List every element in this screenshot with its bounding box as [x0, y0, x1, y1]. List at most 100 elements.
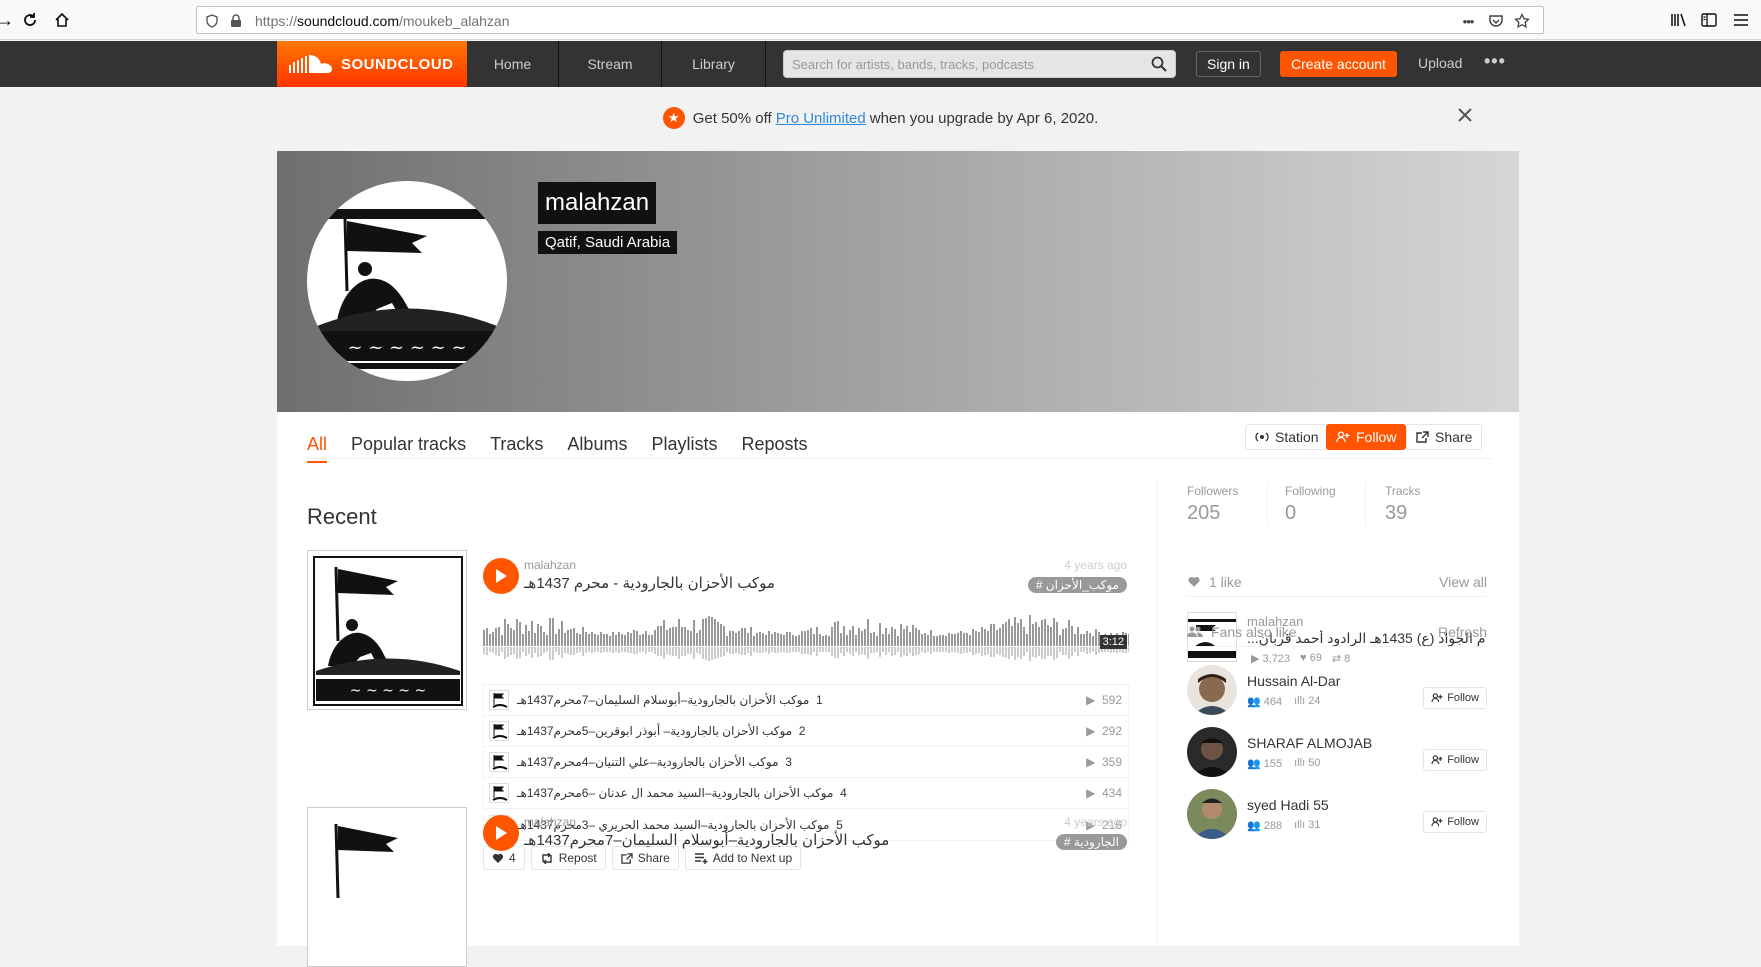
list-item-title: 4 موكب الأحزان بالجارودية–السيد محمد ال … [517, 786, 847, 800]
fan-stats: 👥 288 ıllı 31 [1247, 819, 1320, 832]
stat-tracks[interactable]: Tracks 39 [1385, 484, 1421, 525]
home-icon[interactable] [51, 9, 73, 31]
heart-icon [1187, 576, 1201, 588]
pocket-icon[interactable] [1487, 12, 1505, 30]
likes-count-label[interactable]: 1 like [1209, 574, 1242, 590]
track-user[interactable]: malahzan [524, 558, 576, 572]
stat-following[interactable]: Following 0 [1285, 484, 1336, 525]
url-bar[interactable]: https://soundcloud.com/moukeb_alahzan ••… [196, 6, 1544, 34]
track-duration: 3:12 [1099, 635, 1127, 649]
fan-follow-button[interactable]: Follow [1423, 811, 1487, 833]
list-item-artwork [489, 752, 509, 772]
stat-value: 205 [1187, 502, 1221, 524]
list-item[interactable]: 4 موكب الأحزان بالجارودية–السيد محمد ال … [484, 778, 1128, 809]
close-icon[interactable] [1457, 107, 1473, 123]
waveform[interactable] [483, 610, 1129, 664]
fan-item[interactable]: syed Hadi 55 👥 288 ıllı 31 Follow [1187, 789, 1487, 843]
list-item[interactable]: 2 موكب الأحزان بالجارودية– أبوذر ابوقرين… [484, 716, 1128, 747]
list-item[interactable]: 3 موكب الأحزان بالجارودية–علي التنيان–4م… [484, 747, 1128, 778]
track-title[interactable]: موكب الأحزان بالجارودية–أبوسلام السليمان… [524, 831, 889, 849]
followers-stat: 👥 288 [1247, 820, 1283, 832]
likes-stat: ♥ 69 [1300, 652, 1322, 664]
forward-icon[interactable]: → [0, 9, 16, 31]
stat-divider [1365, 482, 1366, 526]
track-date: 4 years ago [1064, 558, 1127, 572]
track-user[interactable]: malahzan [524, 815, 576, 829]
station-label: Station [1275, 429, 1319, 445]
play-button[interactable] [483, 558, 519, 594]
fan-item[interactable]: Hussain Al-Dar 👥 464 ıllı 24 Follow [1187, 665, 1487, 719]
page-actions-icon[interactable]: ••• [1459, 12, 1477, 30]
fan-follow-label: Follow [1447, 754, 1479, 766]
fan-name[interactable]: Hussain Al-Dar [1247, 673, 1340, 689]
track-title[interactable]: موكب الأحزان بالجارودية - محرم 1437هـ [524, 574, 775, 592]
avatar[interactable] [1187, 789, 1237, 839]
section-divider [1187, 596, 1487, 597]
nav-stream[interactable]: Stream [559, 41, 662, 87]
fan-name[interactable]: SHARAF ALMOJAB [1247, 735, 1372, 751]
sidebar-divider [1157, 480, 1158, 946]
search-input[interactable] [784, 51, 1134, 77]
tabs-divider [307, 458, 1491, 459]
browser-toolbar: → https://soundcloud.com/moukeb_alahzan … [0, 0, 1761, 40]
url-text[interactable]: https://soundcloud.com/moukeb_alahzan [255, 13, 510, 29]
promo-text-after: when you upgrade by Apr 6, 2020. [869, 109, 1099, 127]
library-icon[interactable] [1668, 9, 1690, 31]
soundcloud-logo[interactable]: SOUNDCLOUD [277, 41, 467, 87]
station-button[interactable]: Station [1245, 424, 1329, 450]
stat-label: Followers [1187, 484, 1239, 498]
track-item: malahzan موكب الأحزان بالجارودية–أبوسلام… [307, 807, 1127, 967]
follow-button[interactable]: Follow [1326, 424, 1407, 450]
lock-icon[interactable] [227, 12, 245, 30]
fan-item[interactable]: SHARAF ALMOJAB 👥 155 ıllı 50 Follow [1187, 727, 1487, 781]
track-date: 4 years ago [1064, 815, 1127, 829]
view-all-link[interactable]: View all [1439, 574, 1487, 590]
track-artwork[interactable] [307, 807, 467, 967]
shield-icon[interactable] [203, 12, 221, 30]
fan-follow-button[interactable]: Follow [1423, 687, 1487, 709]
sidebar-icon[interactable] [1698, 9, 1720, 31]
play-button[interactable] [483, 815, 519, 851]
sign-in-button[interactable]: Sign in [1196, 51, 1261, 77]
section-divider [1187, 646, 1487, 647]
list-item-artwork [489, 690, 509, 710]
track-artwork[interactable]: ~ ~ ~ ~ ~ [307, 550, 467, 710]
search-box [783, 50, 1176, 78]
search-icon[interactable] [1151, 56, 1167, 72]
list-item-plays: ▶ 434 [1086, 786, 1122, 800]
avatar[interactable] [1187, 665, 1237, 715]
refresh-link[interactable]: Refresh [1438, 624, 1487, 640]
logo-text: SOUNDCLOUD [341, 55, 454, 73]
avatar[interactable] [1187, 727, 1237, 777]
list-item[interactable]: 1 موكب الأحزان بالجارودية–أبوسلام السليم… [484, 685, 1128, 716]
reposts-stat: ⇄ 8 [1331, 653, 1351, 665]
create-account-button[interactable]: Create account [1280, 51, 1397, 77]
profile-hero: ~ ~ ~ ~ ~ ~ malahzan Qatif, Saudi Arabia [277, 151, 1519, 412]
nav-home[interactable]: Home [467, 41, 559, 87]
reload-icon[interactable] [19, 9, 41, 31]
stat-divider [1267, 482, 1268, 526]
bookmark-star-icon[interactable] [1513, 12, 1531, 30]
menu-icon[interactable] [1730, 9, 1752, 31]
pro-unlimited-link[interactable]: Pro Unlimited [776, 110, 866, 127]
stat-followers[interactable]: Followers 205 [1187, 484, 1238, 525]
star-badge-icon: ★ [662, 107, 685, 129]
fan-follow-button[interactable]: Follow [1423, 749, 1487, 771]
fans-header: Fans also like Refresh [1187, 624, 1487, 640]
fan-stats: 👥 155 ıllı 50 [1247, 757, 1320, 770]
more-options-icon[interactable]: ••• [1484, 51, 1506, 72]
list-item-artwork [489, 783, 509, 803]
track-tag[interactable]: # الجارودية [1055, 834, 1127, 850]
fan-name[interactable]: syed Hadi 55 [1247, 797, 1329, 813]
nav-library[interactable]: Library [662, 41, 766, 87]
share-label: Share [1435, 429, 1473, 445]
share-button[interactable]: Share [1406, 424, 1483, 450]
upload-link[interactable]: Upload [1418, 55, 1462, 71]
profile-avatar: ~ ~ ~ ~ ~ ~ [307, 181, 507, 381]
track-tag[interactable]: # موكب_الأحزان [1027, 577, 1127, 593]
likes-header: 1 like View all [1187, 574, 1487, 590]
tracks-stat: ıllı 24 [1294, 695, 1321, 707]
tracks-stat: ıllı 31 [1294, 819, 1321, 831]
svg-text:~ ~ ~ ~ ~: ~ ~ ~ ~ ~ [350, 683, 426, 699]
add-user-icon [1431, 755, 1443, 765]
